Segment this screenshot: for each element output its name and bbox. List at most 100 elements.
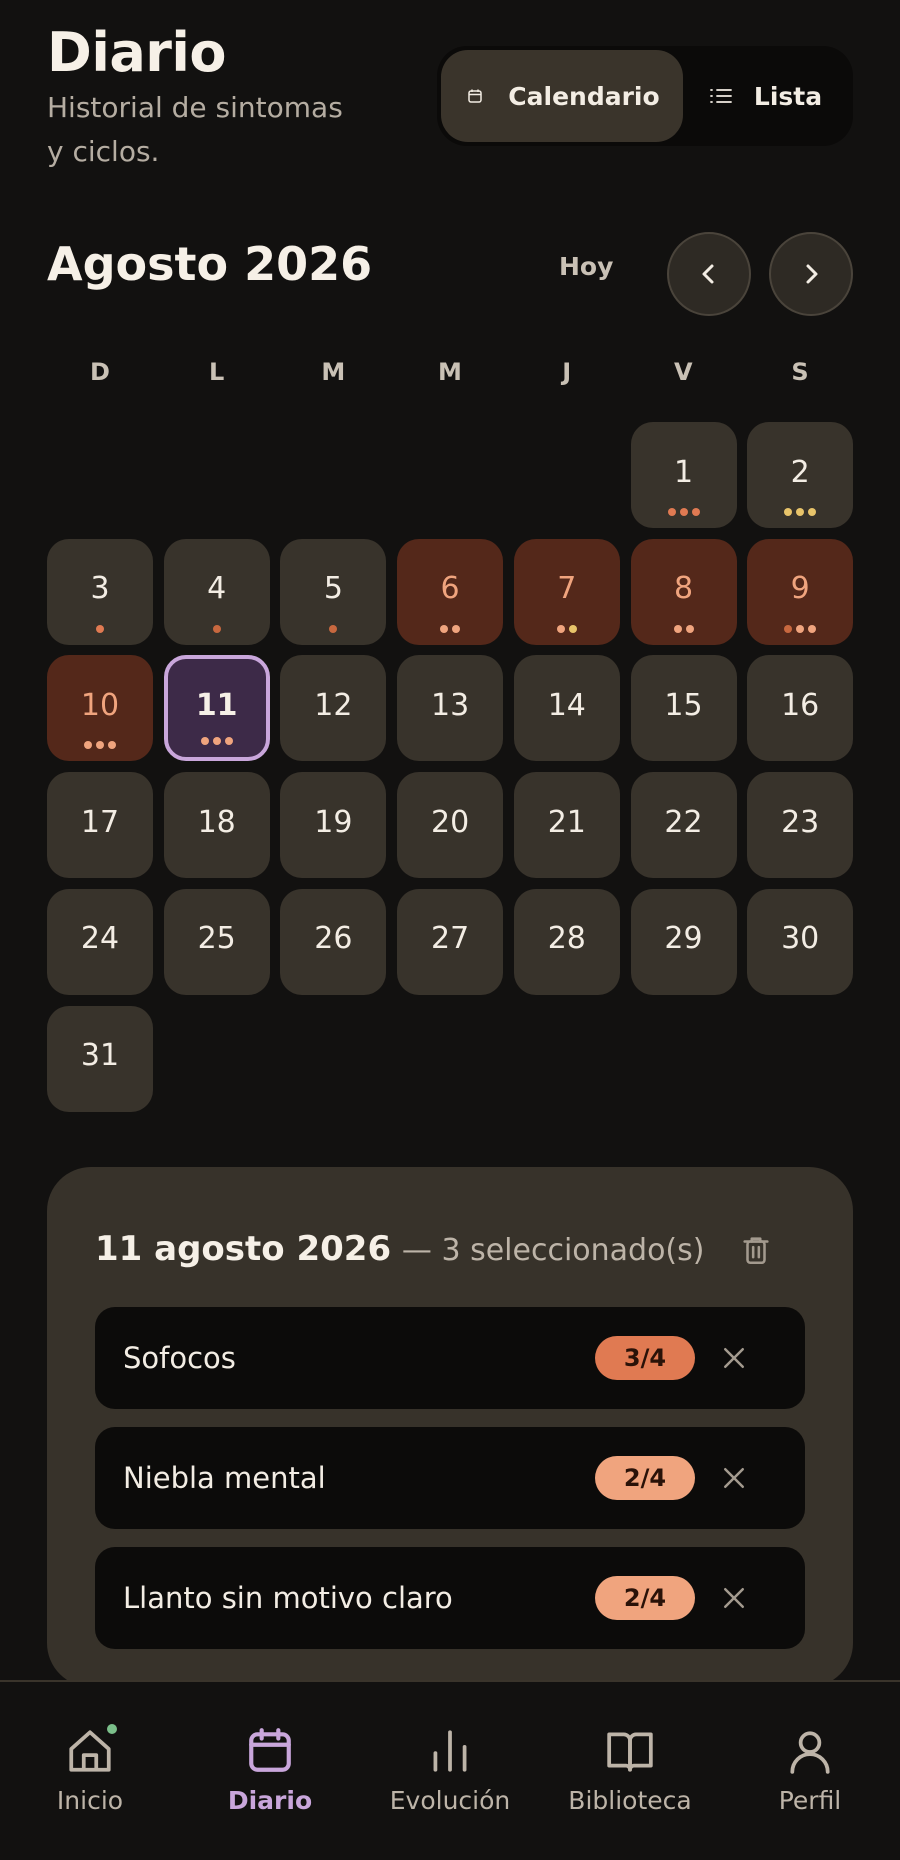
day-number: 17 [80, 804, 120, 840]
calendar-day[interactable]: 6 [397, 538, 504, 645]
notification-dot [105, 1722, 119, 1736]
calendar-day[interactable]: 28 [513, 888, 620, 995]
list-view-button[interactable]: Lista [683, 50, 849, 142]
day-number: 31 [80, 1038, 120, 1073]
symptom-dots [164, 624, 270, 633]
day-number: 5 [323, 571, 343, 607]
symptom-dot [796, 624, 805, 633]
symptom-row[interactable]: Niebla mental 2/4 [95, 1427, 805, 1529]
delete-day-button[interactable] [739, 1233, 773, 1267]
day-number: 3 [90, 571, 110, 607]
calendar-day[interactable]: 13 [397, 655, 504, 762]
symptom-dot [784, 508, 793, 516]
calendar-day[interactable]: 25 [163, 888, 270, 995]
symptom-dots [631, 508, 737, 516]
calendar-day[interactable]: 23 [747, 772, 854, 879]
today-button[interactable]: Hoy [559, 252, 613, 281]
symptom-dot [691, 508, 700, 516]
tab-evolucion[interactable]: Evolución [360, 1726, 540, 1815]
calendar-day[interactable]: 17 [47, 772, 153, 879]
symptom-dot [84, 741, 92, 750]
calendar-view-label: Calendario [508, 81, 660, 111]
symptom-dot [212, 624, 221, 633]
list-icon [709, 85, 732, 107]
calendar-day[interactable]: 27 [397, 888, 504, 995]
day-number: 13 [431, 687, 470, 723]
day-number: 18 [197, 804, 236, 840]
day-number: 24 [80, 921, 120, 957]
remove-symptom-button[interactable] [719, 1463, 749, 1493]
calendar-day[interactable]: 8 [630, 538, 737, 645]
calendar-day[interactable]: 20 [397, 772, 504, 879]
page-title: Diario [47, 21, 227, 84]
calendar-day[interactable]: 9 [747, 538, 854, 645]
day-number: 19 [314, 804, 353, 840]
calendar-day[interactable]: 10 [47, 655, 153, 762]
day-number: 10 [80, 687, 120, 723]
calendar-day[interactable]: 12 [280, 655, 387, 762]
calendar-day[interactable]: 21 [513, 772, 620, 879]
symptom-dots [514, 624, 620, 633]
calendar-day[interactable]: 4 [163, 538, 270, 645]
tab-diario[interactable]: Diario [180, 1726, 360, 1815]
tab-inicio[interactable]: Inicio [0, 1722, 180, 1815]
calendar-day[interactable]: 24 [47, 888, 153, 995]
weekday-label: M [321, 358, 346, 386]
calendar-day[interactable]: 15 [630, 655, 737, 762]
symptom-name: Llanto sin motivo claro [123, 1581, 453, 1615]
calendar-day[interactable]: 11 [163, 655, 270, 762]
weekday-label: M [438, 358, 462, 386]
tab-biblioteca[interactable]: Biblioteca [540, 1726, 720, 1815]
tab-label: Evolución [389, 1786, 511, 1815]
severity-badge: 3/4 [595, 1336, 695, 1380]
tab-label: Diario [227, 1786, 313, 1815]
calendar-day[interactable]: 18 [163, 772, 270, 879]
tab-perfil[interactable]: Perfil [720, 1726, 900, 1815]
calendar-day[interactable]: 14 [513, 655, 620, 762]
weekday-label: L [209, 358, 225, 386]
severity-badge: 2/4 [595, 1576, 695, 1620]
calendar-day[interactable]: 5 [280, 538, 387, 645]
calendar-day[interactable]: 16 [747, 655, 854, 762]
day-number: 29 [664, 921, 703, 957]
bar-chart-icon [425, 1726, 475, 1776]
calendar-day[interactable]: 30 [747, 888, 854, 995]
calendar-day[interactable]: 22 [630, 772, 737, 879]
symptom-dot [200, 737, 209, 746]
calendar-view-button[interactable]: Calendario [441, 50, 683, 142]
tab-label: Perfil [778, 1786, 842, 1815]
calendar-day[interactable]: 19 [280, 772, 387, 879]
calendar-day[interactable]: 3 [47, 538, 153, 645]
calendar-day[interactable]: 7 [513, 538, 620, 645]
symptom-dot [679, 508, 688, 516]
symptom-row[interactable]: Llanto sin motivo claro 2/4 [95, 1547, 805, 1649]
day-number: 14 [547, 687, 586, 723]
calendar-day[interactable]: 29 [630, 888, 737, 995]
calendar-day[interactable]: 26 [280, 888, 387, 995]
remove-symptom-button[interactable] [719, 1343, 749, 1373]
symptom-dot [108, 741, 116, 750]
next-month-button[interactable] [769, 232, 853, 316]
symptom-dot [667, 508, 676, 516]
severity-badge: 2/4 [595, 1456, 695, 1500]
close-icon [724, 1348, 744, 1368]
previous-month-button[interactable] [667, 232, 751, 316]
symptom-dot [212, 737, 221, 746]
calendar-day[interactable]: 31 [47, 1005, 153, 1112]
day-number: 11 [195, 687, 238, 723]
calendar-day[interactable]: 2 [747, 422, 854, 528]
remove-symptom-button[interactable] [719, 1583, 749, 1613]
day-number: 2 [790, 454, 810, 490]
home-icon [65, 1722, 119, 1776]
symptom-row[interactable]: Sofocos 3/4 [95, 1307, 805, 1409]
calendar-icon [245, 1726, 295, 1776]
day-number: 25 [197, 921, 236, 957]
calendar-day[interactable]: 1 [630, 422, 737, 528]
close-icon [724, 1588, 744, 1608]
day-number: 21 [547, 804, 586, 840]
symptom-dot [329, 624, 338, 633]
day-number: 4 [207, 571, 227, 607]
symptom-name: Niebla mental [123, 1461, 326, 1495]
trash-icon [743, 1237, 769, 1265]
day-number: 16 [781, 687, 820, 723]
